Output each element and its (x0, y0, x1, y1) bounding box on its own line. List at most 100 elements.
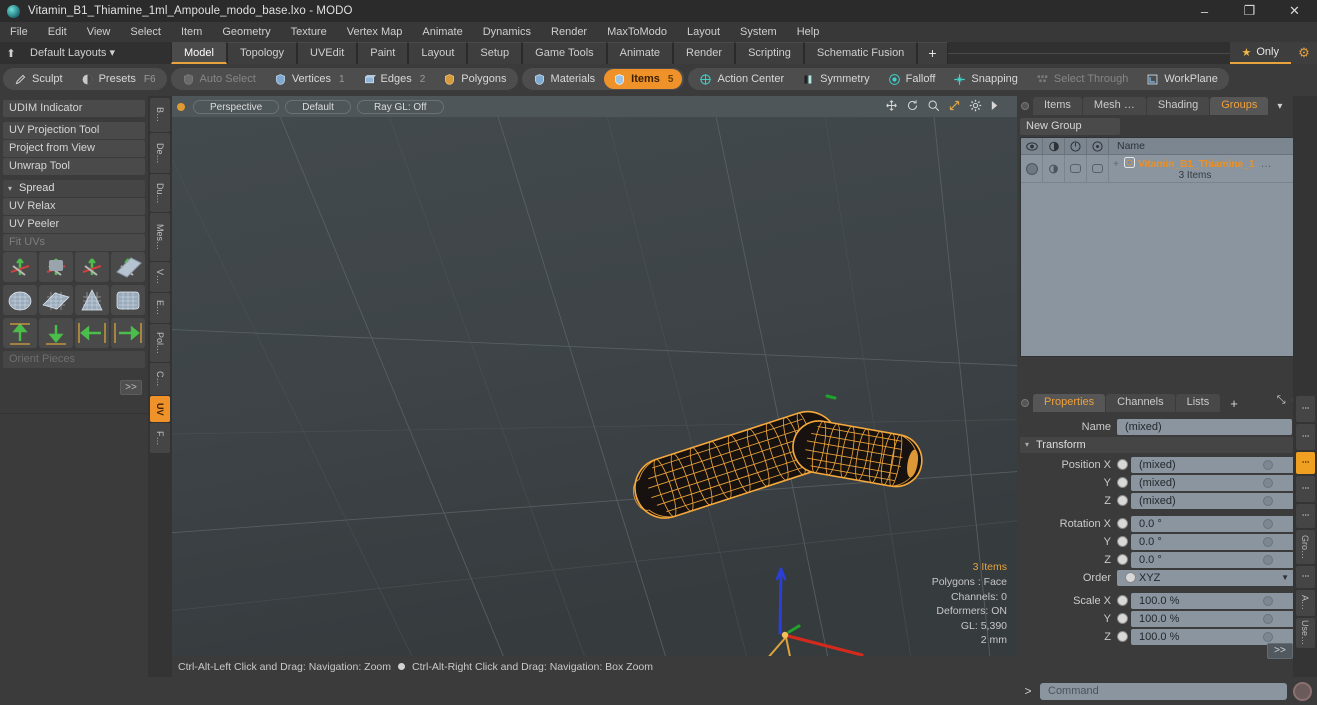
channel-toggle-icon[interactable] (1117, 631, 1128, 642)
select-icon[interactable] (1087, 137, 1109, 155)
uv-tool-uv-relax[interactable]: UV Relax (3, 198, 145, 215)
toolbar-button-action-center[interactable]: Action Center (690, 69, 793, 89)
row-render-toggle[interactable] (1043, 155, 1065, 182)
uv-plane-icon[interactable] (39, 285, 73, 315)
eye-icon[interactable] (1021, 137, 1043, 155)
menu-item-help[interactable]: Help (787, 22, 830, 42)
layout-tab-model[interactable]: Model (171, 42, 227, 64)
right-tab-shading[interactable]: Shading (1146, 97, 1210, 115)
menu-item-select[interactable]: Select (120, 22, 171, 42)
layout-tab-setup[interactable]: Setup (467, 42, 523, 64)
channel-toggle-icon[interactable] (1117, 554, 1128, 565)
toolbar-button-vertices[interactable]: Vertices 1 (265, 69, 354, 89)
channel-toggle-icon[interactable] (1117, 459, 1128, 470)
viewport-shading-button[interactable]: Default (285, 99, 351, 114)
add-layout-tab-button[interactable]: + (917, 42, 948, 64)
channel-toggle-icon[interactable] (1117, 536, 1128, 547)
field-rotation-x[interactable]: 0.0 °◀▶ (1131, 515, 1315, 532)
properties-vertical-tab-5[interactable]: Gro… (1295, 530, 1315, 564)
properties-vertical-tab-2[interactable]: ⠇ (1295, 452, 1315, 474)
uv-tool-spread[interactable]: Spread (3, 180, 145, 197)
uv-tool-uv-peeler[interactable]: UV Peeler (3, 216, 145, 233)
left-panel-more-button[interactable]: >> (120, 380, 142, 395)
order-dropdown[interactable]: XYZ ▼ (1117, 569, 1295, 586)
properties-vertical-tab-7[interactable]: A… (1295, 590, 1315, 616)
menu-item-dynamics[interactable]: Dynamics (473, 22, 541, 42)
play-icon[interactable] (990, 100, 999, 114)
zoom-icon[interactable] (927, 99, 940, 115)
right-tab-mesh[interactable]: Mesh … (1082, 97, 1146, 115)
vertical-tab-8[interactable]: UV (150, 396, 170, 422)
toolbar-button-auto-select[interactable]: Auto Select (173, 69, 265, 89)
field-position-x[interactable]: (mixed)◀▶ (1131, 456, 1315, 473)
viewport-raygl-button[interactable]: Ray GL: Off (356, 99, 444, 114)
row-lock-toggle[interactable] (1065, 155, 1087, 182)
layout-tab-paint[interactable]: Paint (357, 42, 409, 64)
uv-tool-project-from-view[interactable]: Project from View (3, 140, 145, 157)
default-layouts-dropdown[interactable]: Default Layouts ▾ (22, 42, 123, 64)
channel-toggle-icon[interactable] (1117, 495, 1128, 506)
maximize-button[interactable]: ❐ (1227, 0, 1272, 22)
row-overflow-icon[interactable]: … (1260, 158, 1271, 170)
toolbar-button-symmetry[interactable]: Symmetry (793, 69, 879, 89)
field-mini-toggle-icon[interactable] (1263, 631, 1273, 642)
field-mini-toggle-icon[interactable] (1263, 536, 1273, 547)
properties-vertical-tab-0[interactable]: ⠇ (1295, 396, 1315, 422)
render-icon[interactable] (1043, 137, 1065, 155)
vertical-tab-5[interactable]: E… (150, 293, 170, 323)
channel-toggle-icon[interactable] (1117, 613, 1128, 624)
move-icon[interactable] (885, 99, 898, 115)
channel-toggle-icon[interactable] (1117, 518, 1128, 529)
layout-tab-render[interactable]: Render (673, 42, 736, 64)
row-select-toggle[interactable] (1087, 155, 1109, 182)
field-mini-toggle-icon[interactable] (1263, 613, 1273, 624)
uv-align-left-icon[interactable] (75, 318, 109, 348)
menu-item-vertex-map[interactable]: Vertex Map (337, 22, 413, 42)
vertical-tab-6[interactable]: Pol… (150, 324, 170, 362)
properties-vertical-tab-1[interactable]: ⠇ (1295, 424, 1315, 450)
uv-scale-icon[interactable] (75, 252, 109, 282)
right-tab-groups[interactable]: Groups (1210, 97, 1269, 115)
record-icon[interactable] (1293, 681, 1312, 701)
toolbar-button-workplane[interactable]: WorkPlane (1137, 69, 1227, 89)
toolbar-button-select-through[interactable]: Select Through (1027, 69, 1137, 89)
properties-tab-lists[interactable]: Lists (1175, 394, 1221, 412)
uv-move-icon[interactable] (3, 252, 37, 282)
new-group-button[interactable]: New Group (1020, 118, 1120, 135)
field-mini-toggle-icon[interactable] (1263, 554, 1273, 565)
menu-item-view[interactable]: View (77, 22, 121, 42)
fit-view-icon[interactable] (948, 99, 961, 115)
uv-flip-icon[interactable] (111, 252, 145, 282)
field-z[interactable]: (mixed)◀▶ (1131, 492, 1315, 509)
layout-tab-layout[interactable]: Layout (408, 42, 468, 64)
field-z[interactable]: 0.0 °◀▶ (1131, 551, 1315, 568)
viewport-canvas[interactable]: Y Z X 3 Items Polygons : FaceChannels: 0 D… (172, 117, 1017, 656)
toolbar-button-materials[interactable]: Materials (524, 69, 605, 89)
properties-vertical-tab-3[interactable]: ⠇ (1295, 476, 1315, 502)
field-mini-toggle-icon[interactable] (1263, 595, 1273, 606)
vertical-tab-7[interactable]: C… (150, 363, 170, 395)
field-y[interactable]: (mixed)◀▶ (1131, 474, 1315, 491)
panel-menu-dot-icon[interactable] (1021, 102, 1029, 110)
uv-tool-unwrap-tool[interactable]: Unwrap Tool (3, 158, 145, 175)
menu-item-edit[interactable]: Edit (38, 22, 77, 42)
toolbar-button-edges[interactable]: Edges 2 (354, 69, 435, 89)
layout-tab-animate[interactable]: Animate (606, 42, 673, 64)
menu-item-layout[interactable]: Layout (677, 22, 730, 42)
layout-tab-game-tools[interactable]: Game Tools (522, 42, 607, 64)
menu-item-system[interactable]: System (730, 22, 787, 42)
chevron-down-icon[interactable]: ▼ (1281, 573, 1289, 582)
properties-vertical-tab-4[interactable]: ⠇ (1295, 504, 1315, 528)
expand-icon[interactable]: ⤡ (1277, 394, 1286, 407)
gear-icon[interactable]: ⚙ (1291, 42, 1317, 64)
rotate-icon[interactable] (906, 99, 919, 115)
vertical-tab-3[interactable]: Mes… (150, 213, 170, 261)
toolbar-button-falloff[interactable]: Falloff (879, 69, 945, 89)
transform-section-header[interactable]: Transform (1020, 437, 1314, 453)
vertical-tab-1[interactable]: De… (150, 133, 170, 173)
properties-more-button[interactable]: >> (1267, 643, 1293, 659)
table-row[interactable]: + Vitamin_B1_Thiamine_1 … 3 Items (1021, 155, 1313, 183)
menu-item-render[interactable]: Render (541, 22, 597, 42)
viewport-projection-button[interactable]: Perspective (193, 99, 280, 114)
3d-viewport[interactable]: Perspective Default Ray GL: Off 3 Items … (172, 96, 1017, 677)
